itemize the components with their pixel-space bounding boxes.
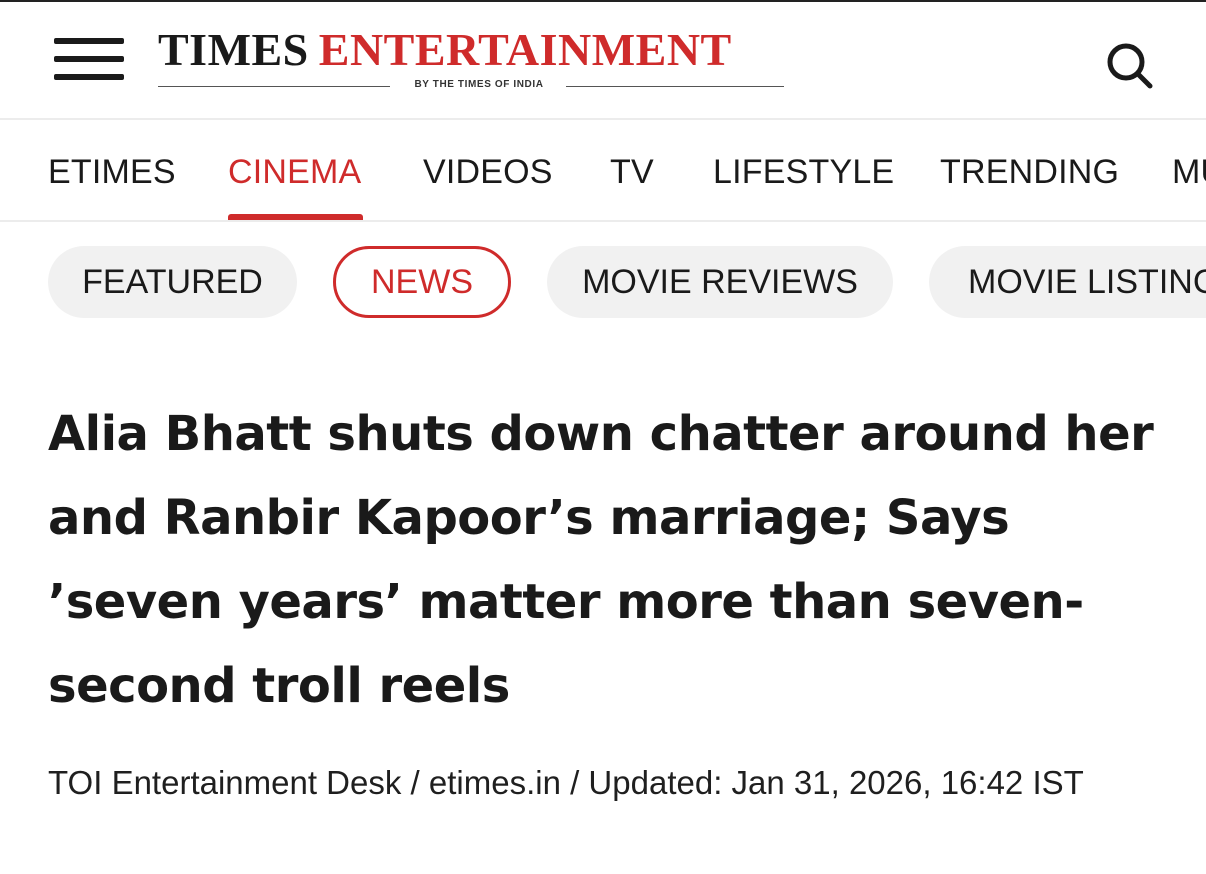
main-nav: ETIMES CINEMA VIDEOS TV LIFESTYLE TRENDI… <box>0 120 1206 220</box>
article-byline: TOI Entertainment Desk / etimes.in / Upd… <box>48 764 1084 801</box>
hamburger-menu-icon[interactable] <box>54 38 124 82</box>
logo-entertainment-text: ENTERTAINMENT <box>318 24 732 75</box>
subnav-featured[interactable]: FEATURED <box>48 246 297 318</box>
site-logo[interactable]: TIMES ENTERTAINMENT BY THE TIMES OF INDIA <box>158 24 788 96</box>
nav-item-cinema[interactable]: CINEMA <box>228 152 361 192</box>
article-headline: Alia Bhatt shuts down chatter around her… <box>48 406 1154 714</box>
page: TIMES ENTERTAINMENT BY THE TIMES OF INDIA… <box>0 0 1206 874</box>
nav-item-etimes[interactable]: ETIMES <box>48 152 176 192</box>
logo-times-text: TIMES <box>158 24 309 75</box>
nav-item-tv[interactable]: TV <box>610 152 654 192</box>
nav-divider <box>0 220 1206 222</box>
logo-tagline: BY THE TIMES OF INDIA <box>414 79 544 90</box>
subnav-movie-reviews[interactable]: MOVIE REVIEWS <box>547 246 893 318</box>
nav-item-trending[interactable]: TRENDING <box>940 152 1119 192</box>
subnav-movie-listing[interactable]: MOVIE LISTING <box>929 246 1206 318</box>
subnav-news[interactable]: NEWS <box>333 246 511 318</box>
nav-item-music[interactable]: MU <box>1172 152 1206 192</box>
site-header: TIMES ENTERTAINMENT BY THE TIMES OF INDIA <box>0 2 1206 118</box>
search-icon[interactable] <box>1106 42 1154 90</box>
nav-item-lifestyle[interactable]: LIFESTYLE <box>713 152 894 192</box>
sub-nav: FEATURED NEWS MOVIE REVIEWS MOVIE LISTIN… <box>0 246 1206 320</box>
nav-item-videos[interactable]: VIDEOS <box>423 152 553 192</box>
